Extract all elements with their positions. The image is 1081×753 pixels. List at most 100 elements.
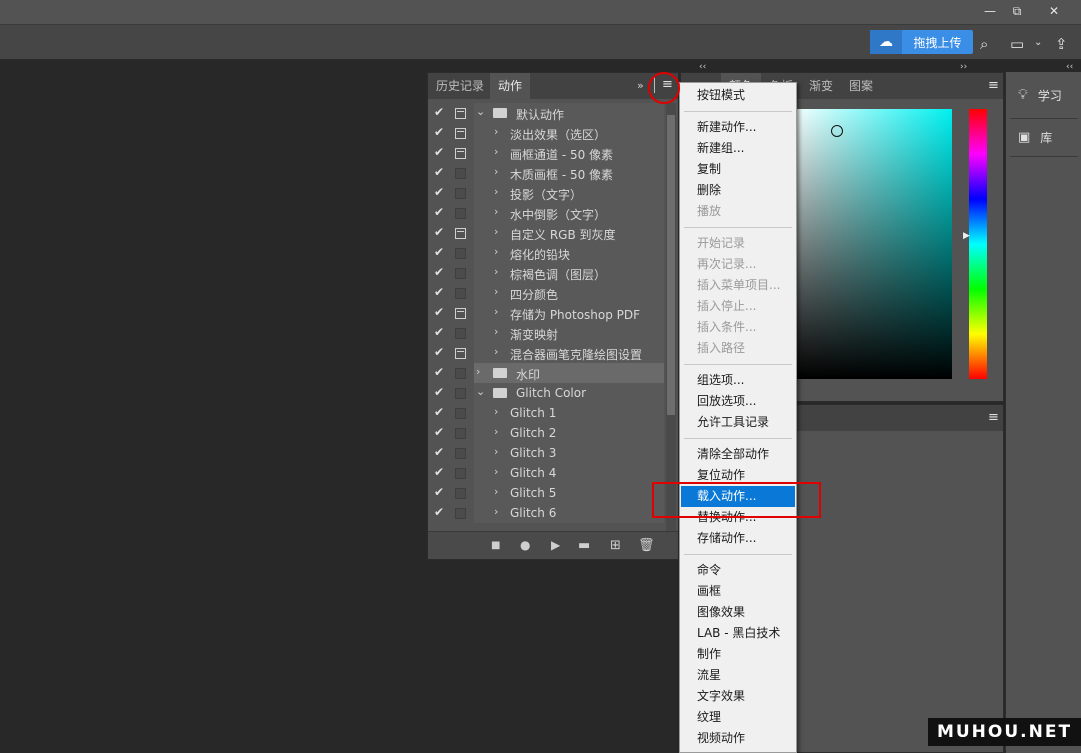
menu-item[interactable]: 再次记录... <box>681 254 795 275</box>
color-picker-cursor[interactable] <box>831 125 843 137</box>
dialog-toggle-icon[interactable] <box>455 448 466 459</box>
action-row[interactable]: ✔ › 熔化的铅块 <box>428 243 664 263</box>
toggle-checkmark-icon[interactable]: ✔ <box>434 305 448 321</box>
dialog-toggle-icon[interactable] <box>455 168 466 179</box>
dialog-toggle-icon[interactable] <box>455 228 466 239</box>
toggle-checkmark-icon[interactable]: ✔ <box>434 165 448 181</box>
menu-item[interactable]: 组选项... <box>681 370 795 391</box>
dialog-toggle-icon[interactable] <box>455 328 466 339</box>
menu-item[interactable]: 存储动作... <box>681 528 795 549</box>
dialog-toggle-icon[interactable] <box>455 408 466 419</box>
menu-item[interactable]: 纹理 <box>681 707 795 728</box>
collapse-panel-icon[interactable]: ‹‹ <box>699 62 706 72</box>
tab-gradients[interactable]: 渐变 <box>801 73 841 99</box>
dock-learn[interactable]: 💡︎ 学习 <box>1006 80 1081 110</box>
menu-item[interactable]: 回放选项... <box>681 391 795 412</box>
new-set-folder-icon[interactable]: ▬ <box>578 538 590 553</box>
menu-item[interactable]: 画框 <box>681 581 795 602</box>
chevron-right-icon[interactable]: › <box>494 445 498 458</box>
chevron-right-icon[interactable]: › <box>494 325 498 338</box>
chevron-right-icon[interactable]: › <box>494 505 498 518</box>
action-row[interactable]: ✔ › 四分颜色 <box>428 283 664 303</box>
panel-menu-icon[interactable]: ≡ <box>988 410 999 425</box>
chevron-right-icon[interactable]: › <box>494 465 498 478</box>
menu-item[interactable]: 播放 <box>681 201 795 222</box>
toggle-checkmark-icon[interactable]: ✔ <box>434 245 448 261</box>
hue-slider[interactable] <box>969 109 987 379</box>
menu-item[interactable]: 文字效果 <box>681 686 795 707</box>
menu-item[interactable]: 视频动作 <box>681 728 795 749</box>
dialog-toggle-icon[interactable] <box>455 428 466 439</box>
menu-item[interactable]: 按钮模式 <box>681 85 795 106</box>
chevron-right-icon[interactable]: › <box>494 145 498 158</box>
action-row[interactable]: ✔ › 木质画框 - 50 像素 <box>428 163 664 183</box>
action-row[interactable]: ✔ › Glitch 1 <box>428 403 664 423</box>
toggle-checkmark-icon[interactable]: ✔ <box>434 505 448 521</box>
stop-icon[interactable]: ■ <box>491 540 500 551</box>
chevron-right-icon[interactable]: › <box>494 265 498 278</box>
tab-history[interactable]: 历史记录 <box>428 73 492 99</box>
chevron-right-icon[interactable]: › <box>494 485 498 498</box>
menu-item[interactable]: 插入路径 <box>681 338 795 359</box>
chevron-right-icon[interactable]: › <box>494 205 498 218</box>
chevron-down-icon[interactable]: ⌄ <box>476 105 485 118</box>
cloud-upload-button[interactable]: ☁ 拖拽上传 <box>870 30 973 54</box>
dialog-toggle-icon[interactable] <box>455 508 466 519</box>
menu-item[interactable]: 开始记录 <box>681 233 795 254</box>
menu-item[interactable]: 命令 <box>681 560 795 581</box>
action-row[interactable]: ✔ › 自定义 RGB 到灰度 <box>428 223 664 243</box>
trash-icon[interactable]: 🗑 <box>638 538 655 553</box>
menu-item[interactable]: 新建组... <box>681 138 795 159</box>
dialog-toggle-icon[interactable] <box>455 368 466 379</box>
action-row[interactable]: ✔ › Glitch 5 <box>428 483 664 503</box>
toggle-checkmark-icon[interactable]: ✔ <box>434 105 448 121</box>
expand-panel-icon[interactable]: » <box>637 79 644 92</box>
action-row[interactable]: ✔ › 投影（文字） <box>428 183 664 203</box>
toggle-checkmark-icon[interactable]: ✔ <box>434 205 448 221</box>
chevron-right-icon[interactable]: › <box>494 305 498 318</box>
dialog-toggle-icon[interactable] <box>455 148 466 159</box>
chevron-right-icon[interactable]: › <box>494 285 498 298</box>
dock-libraries[interactable]: ▣ 库 <box>1006 122 1081 152</box>
dialog-toggle-icon[interactable] <box>455 108 466 119</box>
chevron-right-icon[interactable]: › <box>476 365 480 378</box>
action-row[interactable]: ✔ › 淡出效果（选区） <box>428 123 664 143</box>
chevron-right-icon[interactable]: › <box>494 405 498 418</box>
action-row[interactable]: ✔ › 存储为 Photoshop PDF <box>428 303 664 323</box>
menu-item[interactable]: 复制 <box>681 159 795 180</box>
menu-item[interactable]: 插入停止... <box>681 296 795 317</box>
play-icon[interactable]: ▶ <box>551 538 560 552</box>
chevron-right-icon[interactable]: › <box>494 225 498 238</box>
action-row[interactable]: ✔ › Glitch 6 <box>428 503 664 523</box>
chevron-down-icon[interactable]: ⌄ <box>476 385 485 398</box>
dialog-toggle-icon[interactable] <box>455 288 466 299</box>
toggle-checkmark-icon[interactable]: ✔ <box>434 405 448 421</box>
toggle-checkmark-icon[interactable]: ✔ <box>434 485 448 501</box>
menu-item[interactable]: 图像效果 <box>681 602 795 623</box>
collapse-dock-icon[interactable]: ‹‹ <box>1066 62 1073 72</box>
action-row[interactable]: ✔ › Glitch 3 <box>428 443 664 463</box>
chevron-right-icon[interactable]: › <box>494 245 498 258</box>
new-action-icon[interactable]: ⊞ <box>610 538 621 553</box>
dialog-toggle-icon[interactable] <box>455 468 466 479</box>
dialog-toggle-icon[interactable] <box>455 488 466 499</box>
menu-item[interactable]: 删除 <box>681 180 795 201</box>
menu-item[interactable]: LAB - 黑白技术 <box>681 623 795 644</box>
dialog-toggle-icon[interactable] <box>455 268 466 279</box>
toggle-checkmark-icon[interactable]: ✔ <box>434 265 448 281</box>
chevron-down-icon[interactable]: ⌄ <box>1034 37 1042 48</box>
menu-item[interactable]: 插入条件... <box>681 317 795 338</box>
toggle-checkmark-icon[interactable]: ✔ <box>434 445 448 461</box>
menu-item[interactable]: 清除全部动作 <box>681 444 795 465</box>
action-row[interactable]: ✔ › 水中倒影（文字） <box>428 203 664 223</box>
dialog-toggle-icon[interactable] <box>455 348 466 359</box>
toggle-checkmark-icon[interactable]: ✔ <box>434 185 448 201</box>
toggle-checkmark-icon[interactable]: ✔ <box>434 225 448 241</box>
action-row[interactable]: ✔ › Glitch 2 <box>428 423 664 443</box>
tab-actions[interactable]: 动作 <box>490 73 531 99</box>
scrollbar-thumb[interactable] <box>667 115 675 415</box>
panel-menu-icon[interactable]: ≡ <box>988 78 999 93</box>
chevron-right-icon[interactable]: › <box>494 125 498 138</box>
tab-patterns[interactable]: 图案 <box>841 73 881 99</box>
toggle-checkmark-icon[interactable]: ✔ <box>434 125 448 141</box>
